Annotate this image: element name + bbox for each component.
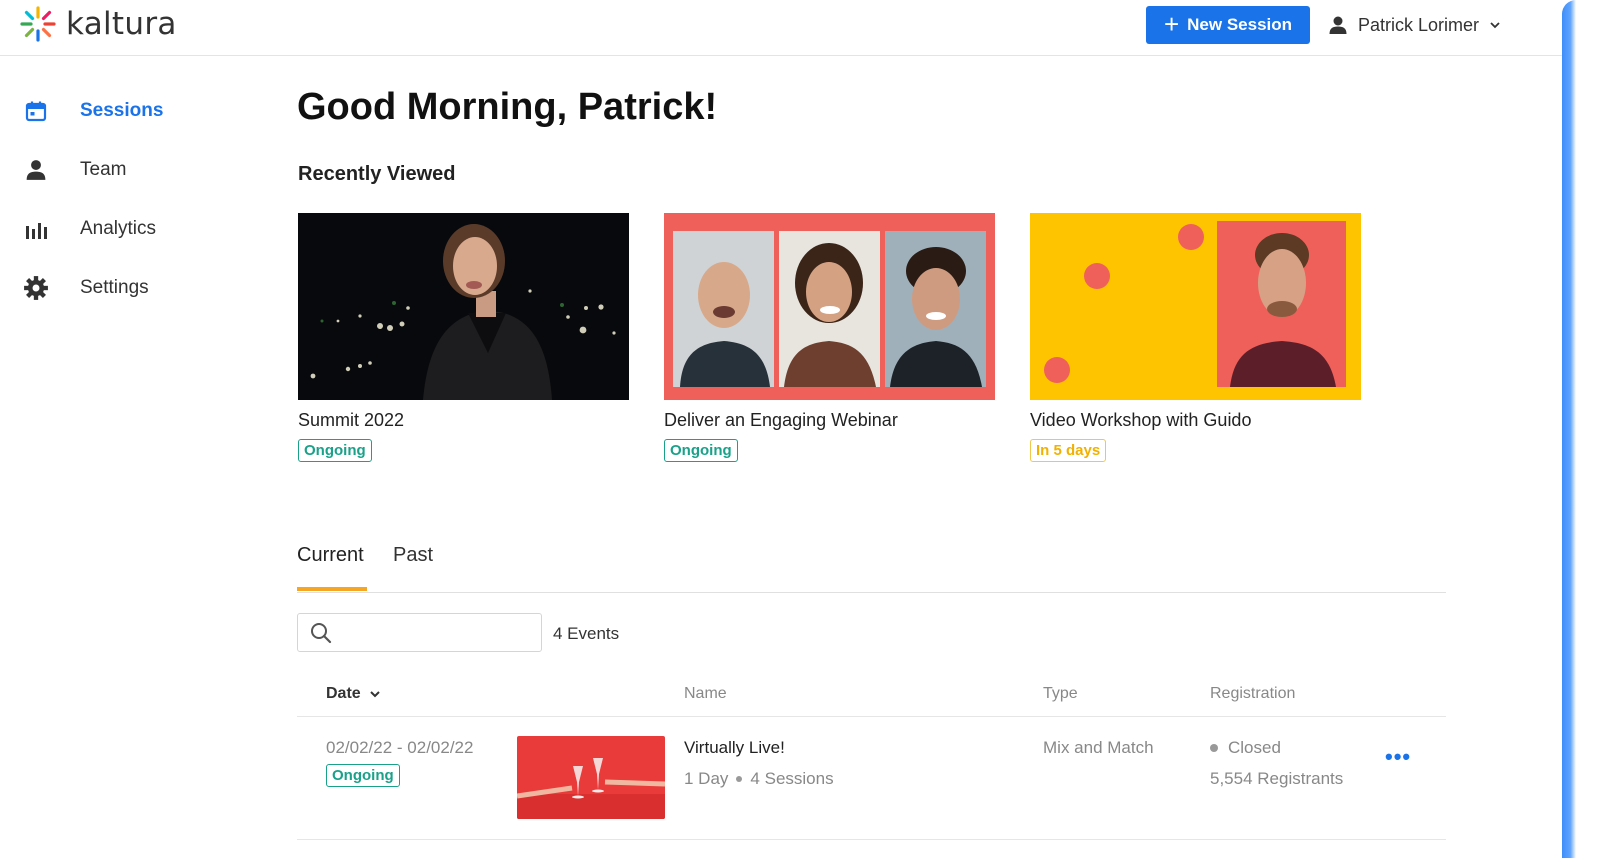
kaltura-logo[interactable]: kaltura xyxy=(18,4,177,44)
event-sessions: 4 Sessions xyxy=(750,769,834,788)
registrant-count: 5,554 Registrants xyxy=(1210,769,1344,788)
sidebar-item-analytics[interactable]: Analytics xyxy=(22,215,156,243)
sidebar-item-team[interactable]: Team xyxy=(22,156,126,184)
recent-card-title[interactable]: Video Workshop with Guido xyxy=(1030,410,1361,431)
gear-icon xyxy=(22,274,50,302)
recent-card-webinar[interactable]: Deliver an Engaging Webinar Ongoing xyxy=(664,213,995,462)
calendar-icon xyxy=(22,97,50,125)
event-status-wrap: Ongoing xyxy=(326,756,400,787)
table-row[interactable]: 02/02/22 - 02/02/22 Ongoing Virtually Li… xyxy=(297,718,1446,840)
type-column-header[interactable]: Type xyxy=(1043,685,1078,703)
brand-name: kaltura xyxy=(66,6,177,42)
events-tabs: Current Past xyxy=(297,540,1446,593)
status-badge: In 5 days xyxy=(1030,439,1107,462)
sidebar-item-settings[interactable]: Settings xyxy=(22,274,149,302)
sidebar-item-label: Analytics xyxy=(80,218,157,239)
recent-card-workshop[interactable]: Video Workshop with Guido In 5 days xyxy=(1030,213,1361,462)
event-count: 4 Events xyxy=(553,624,620,643)
event-meta: 1 Day 4 Sessions xyxy=(684,769,834,789)
event-duration: 1 Day xyxy=(684,769,729,788)
sidebar-item-sessions[interactable]: Sessions xyxy=(22,97,163,125)
chevron-down-icon xyxy=(1490,22,1500,29)
top-bar: kaltura + New Session Patrick Lorimer xyxy=(0,0,1562,56)
date-column-header[interactable]: Date xyxy=(326,685,381,703)
search-icon xyxy=(311,622,332,643)
new-session-label: New Session xyxy=(1187,15,1293,34)
page-title: Good Morning, Patrick! xyxy=(297,86,718,128)
workshop-thumbnail[interactable] xyxy=(1030,213,1361,400)
event-type: Mix and Match xyxy=(1043,738,1154,757)
user-icon xyxy=(1329,16,1347,34)
status-badge: Ongoing xyxy=(298,439,372,462)
name-column-header[interactable]: Name xyxy=(684,685,727,703)
tab-past[interactable]: Past xyxy=(393,544,433,567)
search-input[interactable] xyxy=(340,623,530,642)
registration-column-header[interactable]: Registration xyxy=(1210,685,1295,703)
active-tab-indicator xyxy=(297,587,367,591)
bar-chart-icon xyxy=(22,215,50,243)
registration-status-label: Closed xyxy=(1228,738,1281,757)
recently-viewed-heading: Recently Viewed xyxy=(298,163,456,185)
recent-card-title[interactable]: Summit 2022 xyxy=(298,410,629,431)
recent-card-title[interactable]: Deliver an Engaging Webinar xyxy=(664,410,995,431)
new-session-button[interactable]: + New Session xyxy=(1146,6,1310,44)
events-table-header: Date Name Type Registration xyxy=(297,676,1446,717)
user-name: Patrick Lorimer xyxy=(1358,14,1480,35)
sidebar-item-label: Sessions xyxy=(80,100,164,121)
person-icon xyxy=(22,156,50,184)
status-badge: Ongoing xyxy=(664,439,738,462)
status-dot-icon xyxy=(1210,744,1218,752)
sidebar-item-label: Settings xyxy=(80,277,149,298)
registration-status: Closed xyxy=(1210,738,1281,758)
search-box[interactable] xyxy=(297,613,542,652)
event-thumbnail[interactable] xyxy=(517,736,665,819)
plus-icon: + xyxy=(1163,8,1180,39)
event-name[interactable]: Virtually Live! xyxy=(684,738,785,758)
sidebar-item-label: Team xyxy=(80,159,127,180)
status-badge: Ongoing xyxy=(326,764,400,787)
tab-current[interactable]: Current xyxy=(297,544,364,567)
more-options-icon[interactable]: ••• xyxy=(1385,744,1411,770)
summit-thumbnail[interactable] xyxy=(298,213,629,400)
separator-dot xyxy=(736,776,743,782)
user-menu[interactable]: Patrick Lorimer xyxy=(1328,10,1501,40)
event-date: 02/02/22 - 02/02/22 xyxy=(326,738,474,757)
kaltura-logo-icon xyxy=(20,6,56,42)
recent-card-summit[interactable]: Summit 2022 Ongoing xyxy=(298,213,629,462)
date-header-label: Date xyxy=(326,685,361,702)
webinar-thumbnail[interactable] xyxy=(664,213,995,400)
window-edge xyxy=(1562,0,1600,858)
chevron-down-icon xyxy=(369,691,380,698)
